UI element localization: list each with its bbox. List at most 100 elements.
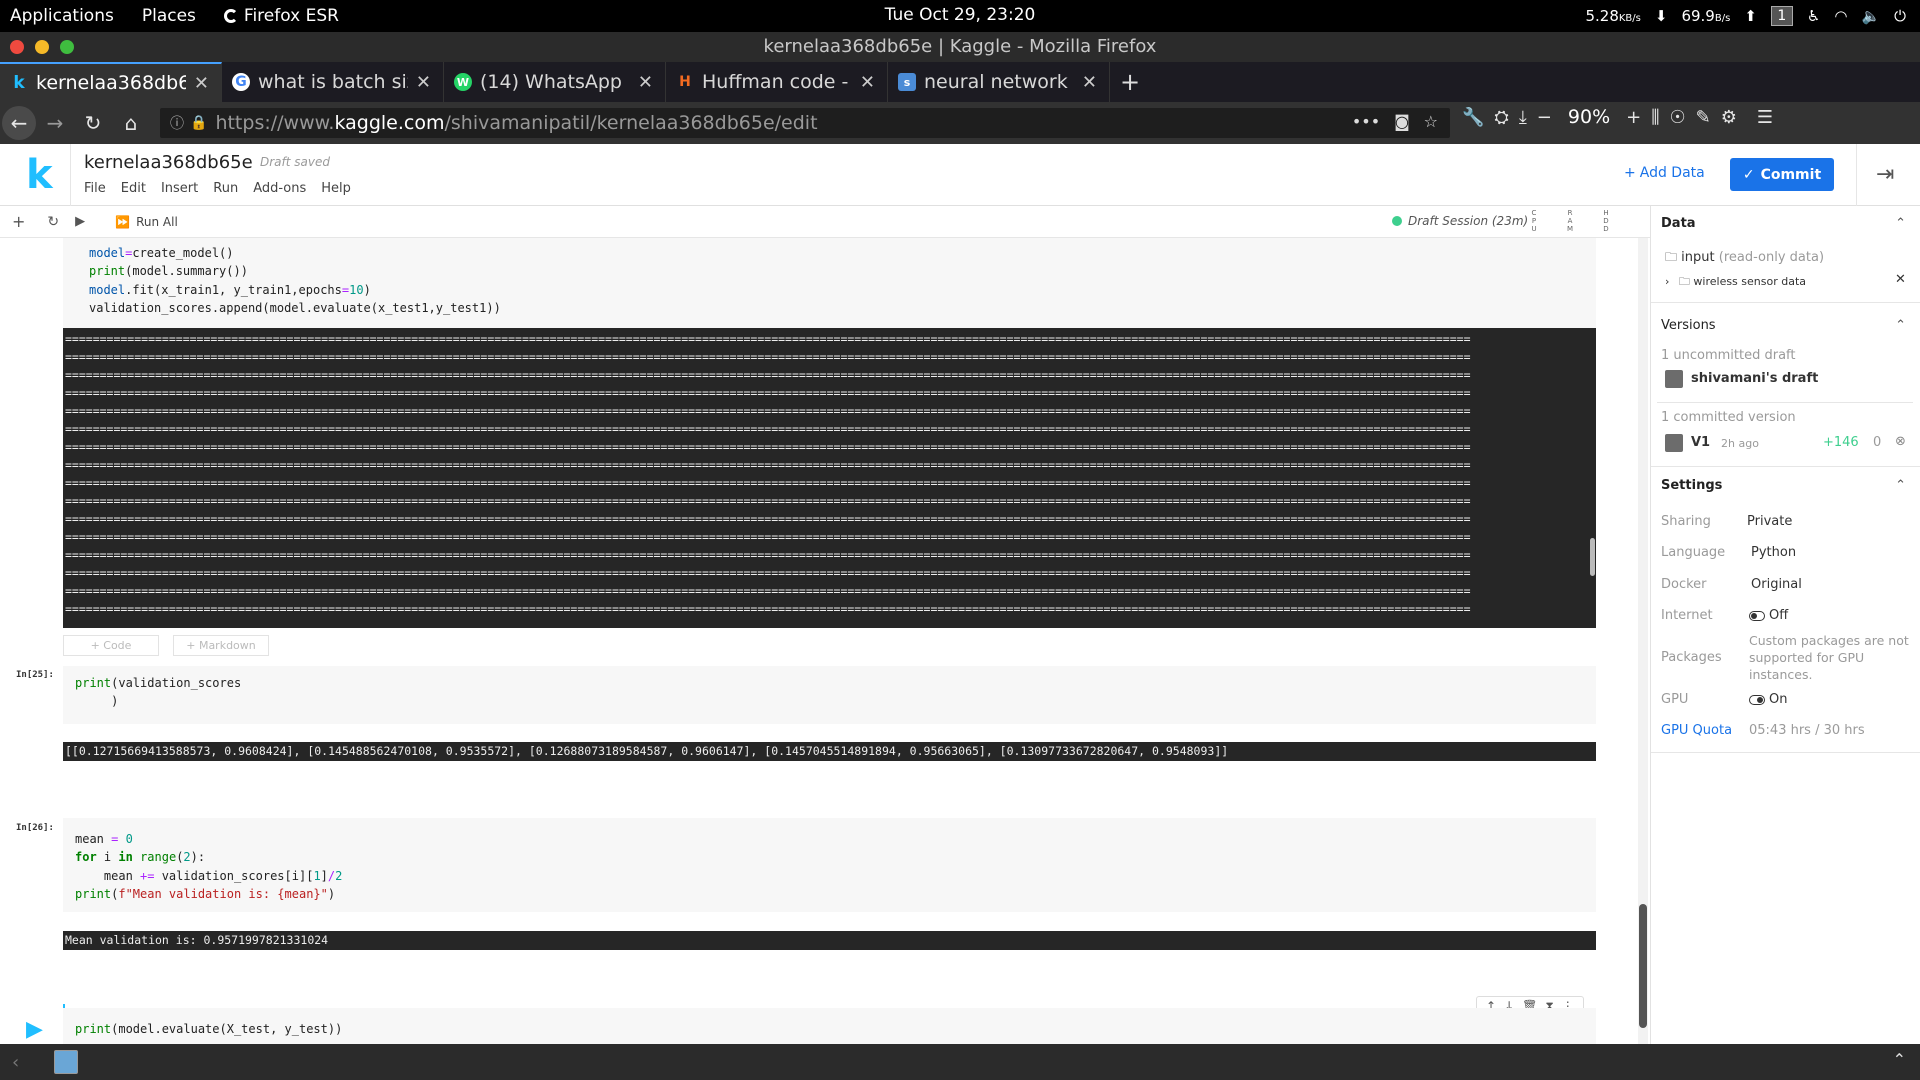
sharing-value[interactable]: Private: [1747, 514, 1792, 529]
forward-button[interactable]: →: [36, 106, 74, 140]
hamburger-menu-icon[interactable]: ☰: [1757, 107, 1773, 128]
code-cell-input[interactable]: print(model.evaluate(X_test, y_test)): [63, 1008, 1596, 1044]
avatar: [1665, 434, 1683, 452]
zoom-out-button[interactable]: −: [1537, 107, 1552, 128]
restart-icon[interactable]: ↻: [47, 214, 59, 230]
internet-toggle[interactable]: Off: [1749, 608, 1788, 623]
remove-dataset-icon[interactable]: ✕: [1895, 272, 1906, 287]
close-tab-icon[interactable]: ✕: [638, 72, 653, 93]
accessibility-icon[interactable]: ♿: [1807, 7, 1820, 25]
kaggle-logo[interactable]: k: [26, 152, 53, 198]
gpu-toggle[interactable]: On: [1749, 692, 1787, 707]
menu-run[interactable]: Run: [213, 181, 238, 196]
input-folder[interactable]: 🗀 input (read-only data): [1665, 248, 1824, 269]
code-cell-input[interactable]: mean = 0 for i in range(2): mean += vali…: [63, 818, 1596, 912]
chevron-left-icon[interactable]: ‹: [12, 1052, 19, 1073]
maximize-window-button[interactable]: [60, 40, 74, 54]
url-bar[interactable]: ⓘ 🔒 https://www.kaggle.com/shivamanipati…: [160, 108, 1450, 138]
run-cell-icon[interactable]: ▶: [26, 1017, 43, 1042]
pen-icon[interactable]: ✎: [1696, 107, 1711, 128]
draft-name[interactable]: shivamani's draft: [1691, 371, 1818, 386]
code-cell-input[interactable]: model=create_model() print(model.summary…: [63, 238, 1596, 328]
url-text[interactable]: https://www.kaggle.com/shivamanipatil/ke…: [215, 112, 817, 134]
page-actions-icon[interactable]: •••: [1352, 112, 1380, 131]
kaggle-editor-header: k kernelaa368db65e Draft saved File Edit…: [0, 144, 1920, 206]
collapse-panel-icon[interactable]: ⇥: [1876, 162, 1894, 187]
menu-help[interactable]: Help: [321, 181, 351, 196]
resource-meters: CPU RAM HDD: [1530, 209, 1610, 233]
menu-addons[interactable]: Add-ons: [253, 181, 306, 196]
add-data-button[interactable]: + Add Data: [1624, 165, 1705, 181]
run-cell-icon[interactable]: ▶: [75, 214, 85, 229]
info-icon[interactable]: ⓘ: [170, 113, 184, 133]
firefox-icon: [223, 9, 238, 23]
library-icon[interactable]: ⫼: [1651, 107, 1659, 128]
session-status[interactable]: Draft Session (23m): [1392, 214, 1528, 228]
chevron-up-icon[interactable]: ⌃: [1893, 1050, 1906, 1069]
active-app-menu[interactable]: Firefox ESR: [223, 6, 339, 26]
chevron-up-icon[interactable]: ⌃: [1895, 318, 1906, 333]
volume-icon[interactable]: 🔈: [1861, 7, 1880, 25]
version-id[interactable]: V1: [1691, 435, 1710, 450]
places-menu[interactable]: Places: [142, 6, 196, 26]
stackexchange-favicon-icon: s: [898, 73, 916, 91]
kernel-title[interactable]: kernelaa368db65e: [84, 152, 253, 173]
notebook-scrollbar[interactable]: [1638, 238, 1648, 1044]
zoom-in-button[interactable]: +: [1626, 107, 1641, 128]
wifi-icon[interactable]: ◠: [1834, 7, 1847, 25]
navigation-toolbar: ← → ↻ ⌂ ⓘ 🔒 https://www.kaggle.com/shiva…: [0, 102, 1920, 144]
applications-menu[interactable]: Applications: [10, 6, 114, 26]
tab-huffman-code[interactable]: H Huffman code - Fi ✕: [666, 62, 888, 102]
chevron-up-icon[interactable]: ⌃: [1895, 478, 1906, 493]
settings-section-title[interactable]: Settings: [1661, 478, 1722, 493]
reload-button[interactable]: ↻: [74, 106, 112, 140]
versions-section-title[interactable]: Versions: [1661, 318, 1716, 333]
dataset-item[interactable]: › 🗀 wireless sensor data: [1665, 273, 1806, 292]
tab-neural-network[interactable]: s neural network - A ✕: [888, 62, 1110, 102]
clock[interactable]: Tue Oct 29, 23:20: [885, 5, 1036, 25]
close-tab-icon[interactable]: ✕: [416, 72, 431, 93]
code-cell-input[interactable]: print(validation_scores ): [63, 666, 1596, 724]
window-list-app-icon[interactable]: [54, 1050, 78, 1074]
minimize-window-button[interactable]: [35, 40, 49, 54]
pocket-icon[interactable]: ◙: [1394, 112, 1410, 131]
addon-icon[interactable]: ☉: [1670, 107, 1686, 128]
power-icon[interactable]: ⏻: [1894, 7, 1906, 25]
download-icon[interactable]: ⤓: [1519, 107, 1527, 128]
gpu-label: GPU: [1661, 692, 1689, 707]
gpu-quota-link[interactable]: GPU Quota: [1661, 723, 1732, 738]
language-value[interactable]: Python: [1751, 545, 1796, 560]
gear-icon[interactable]: ⚙: [1721, 107, 1737, 128]
bookmark-star-icon[interactable]: ☆: [1424, 112, 1438, 131]
zoom-level[interactable]: 90%: [1562, 106, 1616, 128]
menu-insert[interactable]: Insert: [161, 181, 198, 196]
header-divider: [70, 144, 71, 206]
add-markdown-cell-button[interactable]: + Markdown: [173, 635, 269, 656]
tab-google-search[interactable]: G what is batch size i ✕: [222, 62, 444, 102]
tab-strip: k kernelaa368db65e ✕ G what is batch siz…: [0, 62, 1920, 102]
home-button[interactable]: ⌂: [112, 106, 150, 140]
data-section-title[interactable]: Data: [1661, 216, 1696, 231]
add-code-cell-button[interactable]: + Code: [63, 635, 159, 656]
scrollbar-thumb[interactable]: [1639, 904, 1647, 1028]
commit-button[interactable]: ✓ Commit: [1730, 158, 1834, 191]
close-tab-icon[interactable]: ✕: [1082, 72, 1097, 93]
tab-kaggle-kernel[interactable]: k kernelaa368db65e ✕: [0, 62, 222, 102]
add-cell-icon[interactable]: +: [12, 212, 25, 231]
chevron-right-icon[interactable]: ›: [1665, 275, 1669, 288]
docker-value[interactable]: Original: [1751, 577, 1802, 592]
back-button[interactable]: ←: [2, 106, 36, 140]
chevron-up-icon[interactable]: ⌃: [1895, 216, 1906, 231]
run-all-button[interactable]: ⏩ Run All: [115, 215, 178, 229]
tab-whatsapp[interactable]: W (14) WhatsApp ✕: [444, 62, 666, 102]
close-tab-icon[interactable]: ✕: [860, 72, 875, 93]
extension-icon[interactable]: ⛭: [1494, 107, 1508, 128]
new-tab-button[interactable]: +: [1110, 62, 1150, 102]
workspace-indicator[interactable]: 1: [1770, 6, 1793, 26]
wrench-icon[interactable]: 🔧: [1462, 107, 1484, 128]
close-window-button[interactable]: [10, 40, 24, 54]
close-tab-icon[interactable]: ✕: [194, 73, 209, 94]
menu-edit[interactable]: Edit: [121, 181, 146, 196]
menu-file[interactable]: File: [84, 181, 106, 196]
output-scrollbar[interactable]: [1590, 538, 1595, 576]
